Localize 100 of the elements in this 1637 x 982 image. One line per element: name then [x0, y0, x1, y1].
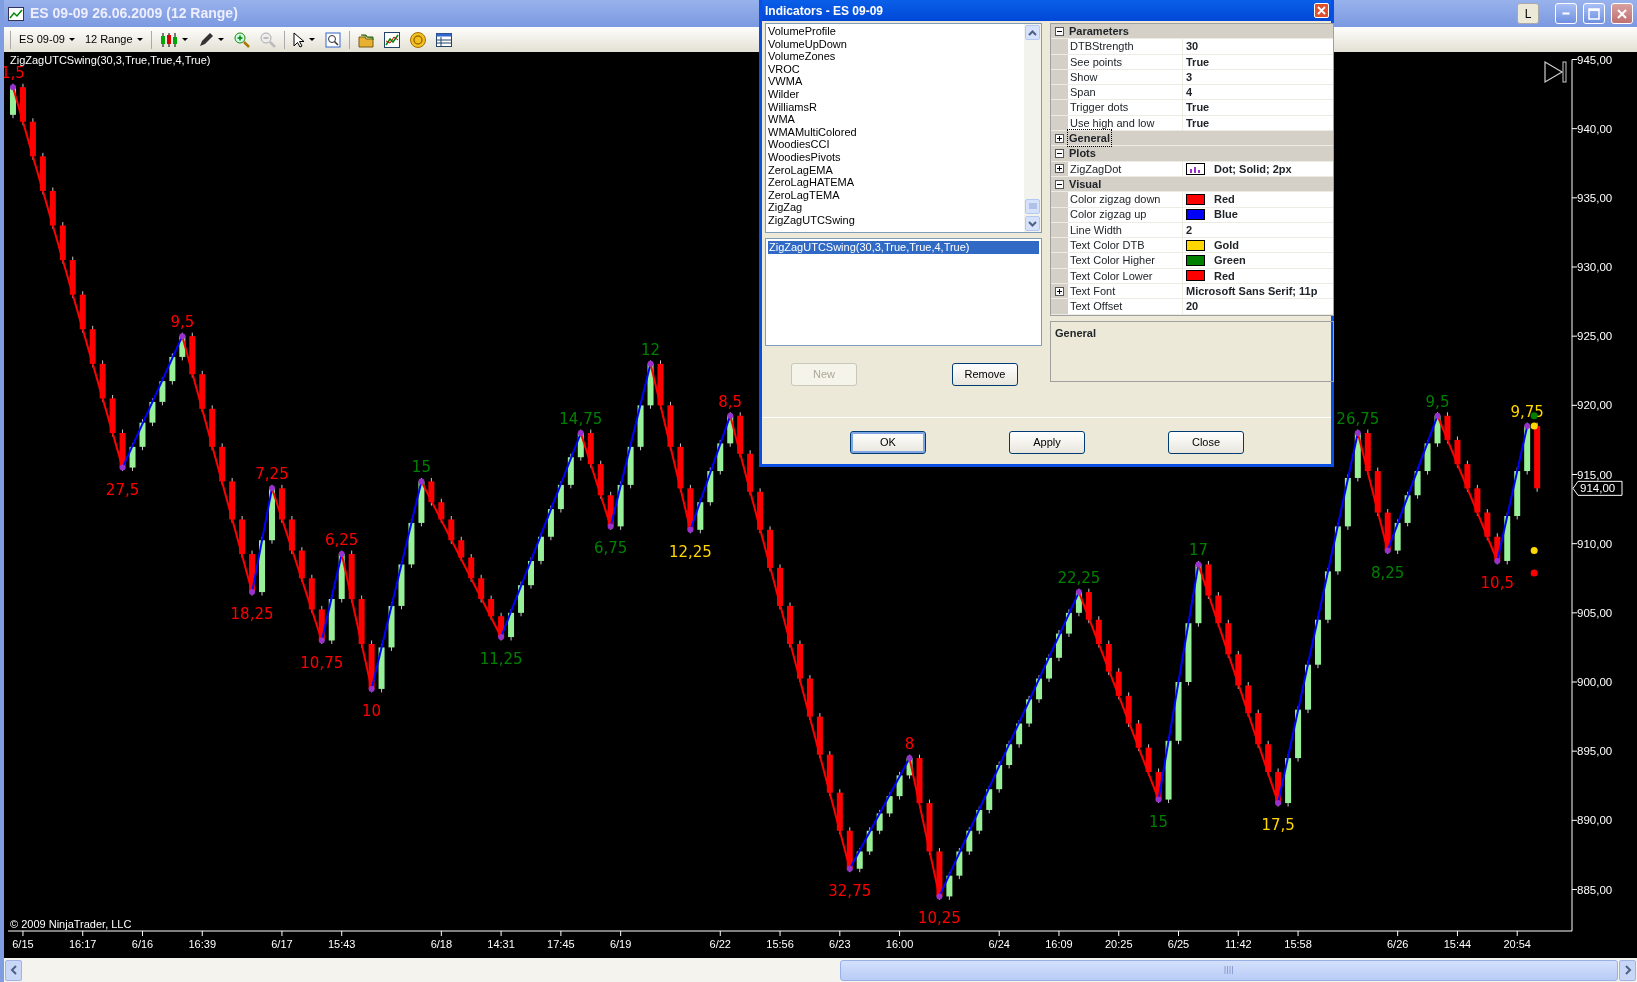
scroll-right-button[interactable]	[1619, 959, 1636, 981]
category-header[interactable]: Plots	[1068, 145, 1097, 162]
jump-to-end-icon[interactable]	[1544, 60, 1567, 84]
swing-point	[119, 464, 126, 471]
swing-label: 10,25	[917, 909, 961, 928]
property-value[interactable]: 30	[1186, 38, 1199, 55]
scroll-down-button[interactable]	[1025, 216, 1040, 231]
property-value[interactable]: True	[1186, 99, 1210, 116]
collapse-icon[interactable]	[1055, 179, 1064, 189]
last-price-tag: 914,00	[1572, 480, 1623, 496]
list-item[interactable]: WoodiesCCI	[768, 138, 1022, 151]
link-button[interactable]: L	[1517, 3, 1539, 24]
list-item[interactable]: ZigZagUTCSwing(30,3,True,True,4,True)	[768, 241, 1039, 254]
property-label: See points	[1068, 54, 1183, 69]
list-item[interactable]: ZigZagUTCSwing	[768, 213, 1022, 227]
swing-point	[1354, 430, 1361, 436]
category-header[interactable]: Visual	[1068, 175, 1103, 193]
ok-button[interactable]: OK	[850, 431, 926, 454]
list-item[interactable]: ZeroLagHATEMA	[768, 176, 1022, 189]
property-value[interactable]: True	[1186, 53, 1210, 70]
category-header[interactable]: General	[1068, 130, 1111, 147]
list-item[interactable]: WMA	[768, 113, 1022, 126]
property-value[interactable]: 3	[1186, 68, 1193, 86]
collapse-icon[interactable]	[1055, 26, 1064, 36]
list-item[interactable]: WilliamsR	[768, 100, 1022, 114]
expand-icon[interactable]	[1055, 133, 1064, 143]
indicator-label: ZigZagUTCSwing(30,3,True,True,4,True)	[10, 54, 211, 66]
copyright-text: © 2009 NinjaTrader, LLC	[10, 918, 132, 930]
scrollbar-thumb[interactable]	[1025, 199, 1040, 214]
zoom-in-button[interactable]	[231, 31, 252, 48]
property-value[interactable]: True	[1186, 114, 1210, 132]
expand-icon[interactable]	[1055, 286, 1064, 296]
cursor-button[interactable]	[290, 31, 317, 48]
property-value[interactable]: 4	[1186, 84, 1193, 101]
list-item[interactable]: VWMA	[768, 75, 1022, 88]
list-item[interactable]: VolumeProfile	[768, 25, 1022, 38]
property-value[interactable]: 2	[1186, 221, 1193, 239]
swing-point	[1075, 589, 1082, 596]
remove-button[interactable]: Remove	[952, 363, 1018, 386]
scroll-left-button[interactable]	[5, 959, 22, 981]
candlestick-icon	[159, 31, 178, 48]
category-row[interactable]: Parameters	[1051, 24, 1333, 40]
property-value[interactable]: Red	[1214, 191, 1235, 208]
property-value[interactable]: Blue	[1214, 206, 1238, 223]
property-label: Span	[1068, 85, 1183, 100]
list-item[interactable]: VolumeZones	[768, 50, 1022, 63]
property-value[interactable]: Gold	[1214, 237, 1240, 254]
list-item[interactable]: VROC	[768, 62, 1022, 76]
close-icon	[1317, 6, 1326, 15]
expand-icon[interactable]	[1055, 164, 1064, 174]
time-label: 6/22	[709, 938, 731, 950]
close-button[interactable]	[1611, 3, 1633, 24]
table-button[interactable]	[433, 31, 454, 48]
time-label: 11:42	[1224, 938, 1252, 950]
list-item[interactable]: VolumeUpDown	[768, 37, 1022, 51]
list-item[interactable]: ZigZag	[768, 201, 1022, 214]
swing-point	[1275, 800, 1282, 807]
swing-point	[318, 637, 325, 644]
category-row[interactable]: General	[1051, 131, 1333, 147]
maximize-button[interactable]	[1583, 3, 1605, 24]
minimize-button[interactable]	[1555, 3, 1577, 24]
category-row[interactable]: Plots	[1051, 146, 1333, 162]
swing-point	[338, 551, 345, 558]
property-value[interactable]: 20	[1186, 298, 1199, 315]
property-label: Text Font	[1068, 284, 1183, 299]
chevron-down-icon	[1028, 220, 1037, 227]
period-dropdown[interactable]: 12 Range	[82, 31, 145, 48]
property-value[interactable]: Red	[1214, 267, 1235, 285]
swing-point	[1384, 547, 1391, 554]
close-button[interactable]: Close	[1168, 431, 1244, 454]
price-label: 900,00	[1577, 676, 1613, 688]
price-label: 920,00	[1577, 399, 1613, 412]
category-header[interactable]: Parameters	[1068, 22, 1130, 40]
minimize-icon	[1562, 12, 1570, 15]
list-item[interactable]: ZeroLagTEMA	[768, 188, 1022, 202]
collapse-icon[interactable]	[1055, 149, 1064, 158]
list-item[interactable]: ZeroLagEMA	[768, 163, 1022, 177]
scrollbar-thumb[interactable]	[840, 959, 1618, 981]
chart-button[interactable]	[381, 31, 402, 48]
caret-icon	[68, 38, 75, 41]
apply-button[interactable]: Apply	[1009, 431, 1085, 454]
list-item[interactable]: Wilder	[768, 87, 1022, 101]
property-value[interactable]: Microsoft Sans Serif; 11p	[1186, 282, 1318, 300]
property-value[interactable]: Dot; Solid; 2px	[1214, 160, 1292, 178]
zoom-box-button[interactable]	[322, 31, 343, 48]
grip-icon	[1224, 966, 1234, 974]
property-value[interactable]: Green	[1214, 252, 1246, 269]
time-label: 15:43	[327, 938, 356, 950]
list-item[interactable]: WMAMultiColored	[768, 125, 1022, 139]
chevron-right-icon	[1623, 965, 1632, 975]
price-label: 885,00	[1577, 883, 1613, 896]
list-item[interactable]: WoodiesPivots	[768, 150, 1022, 164]
coin-button[interactable]	[407, 31, 428, 48]
close-button[interactable]	[1314, 3, 1329, 18]
swing-label: 22,25	[1057, 569, 1101, 588]
scroll-up-button[interactable]	[1025, 25, 1040, 40]
instrument-dropdown[interactable]: ES 09-09	[17, 31, 77, 48]
folders-button[interactable]	[355, 31, 376, 48]
swing-point	[1494, 557, 1501, 564]
zoom-box-icon	[324, 31, 341, 48]
